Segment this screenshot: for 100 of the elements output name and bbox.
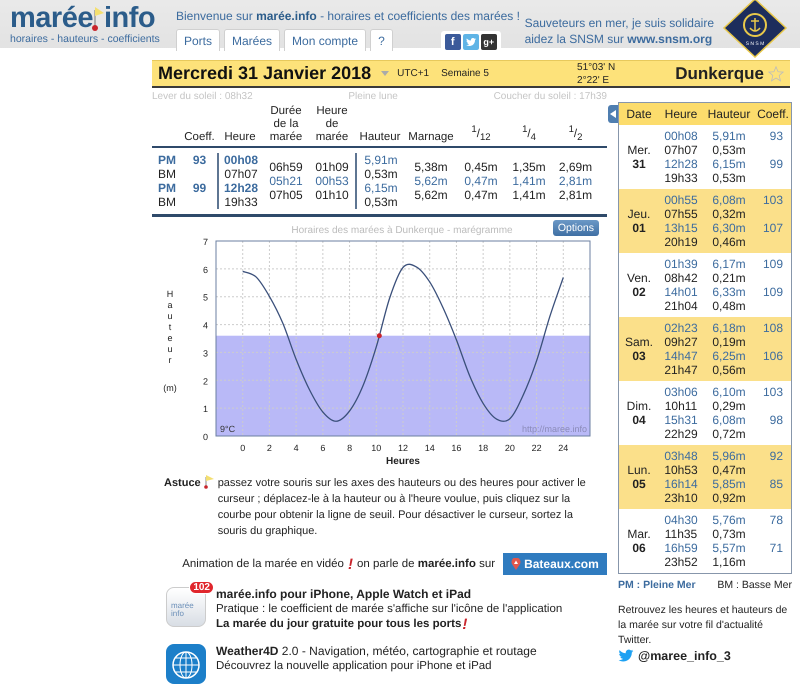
cursor-point[interactable] <box>376 333 382 338</box>
table-cell: 1,35m <box>512 160 546 174</box>
tide-time: 13h15 <box>663 221 699 235</box>
weekday: Mar. <box>627 527 651 541</box>
coefficient: 99 <box>768 157 784 171</box>
coefficient: 99 <box>192 181 206 195</box>
coefficient: 71 <box>768 541 784 555</box>
legend-text: PM : Pleine Mer <box>618 579 696 591</box>
weekday: Sam. <box>624 335 653 349</box>
tide-time: 19h33 <box>224 195 258 209</box>
column-header: Hauteur <box>706 107 752 121</box>
table-cell: 0,47m <box>464 188 498 202</box>
tide-height: 5,91m <box>364 153 398 167</box>
collapse-button[interactable] <box>608 105 618 123</box>
day-number: 06 <box>632 541 646 555</box>
tide-height: 0,53m <box>711 143 747 157</box>
logo-text[interactable]: marée <box>10 4 93 32</box>
caret-icon[interactable] <box>381 71 390 76</box>
tide-height: 0,29m <box>711 399 747 413</box>
tide-time: 07h55 <box>663 207 699 221</box>
tip-label: Astuce <box>164 476 201 491</box>
column-header: Marnage <box>407 131 455 144</box>
nav-tab[interactable]: ? <box>370 29 393 51</box>
axis-tick-label: 16 <box>451 443 462 453</box>
tide-height: 0,92m <box>711 491 747 505</box>
column-header: Date <box>625 107 653 121</box>
table-cell: 2,81m <box>558 174 592 188</box>
axis-tick-label: 6 <box>320 443 326 453</box>
tide-time: 02h23 <box>663 321 699 335</box>
nav-tab[interactable]: Ports <box>176 29 220 51</box>
tide-height: 6,10m <box>711 385 747 399</box>
coefficient: 109 <box>762 285 784 299</box>
tide-height: 0,53m <box>364 195 398 209</box>
table-cell: 2,69m <box>558 160 592 174</box>
longitude-text: 2°22' E <box>577 74 610 86</box>
app-title[interactable]: marée.info pour iPhone, Apple Watch et iPad <box>216 587 562 602</box>
pin-icon <box>511 558 522 570</box>
column-header: Heure de marée <box>314 105 350 144</box>
tide-height: 0,73m <box>711 527 747 541</box>
axis-tick-label: 22 <box>532 443 542 453</box>
google-plus-icon[interactable]: g+ <box>480 34 497 50</box>
tide-height: 1,16m <box>711 555 747 569</box>
table-cell: 1,41m <box>512 174 546 188</box>
tide-height: 5,96m <box>711 449 747 463</box>
star-icon[interactable] <box>768 66 784 82</box>
column-header: Coeff. <box>183 131 216 144</box>
column-header: Heure <box>664 107 698 121</box>
chart-title: Horaires des marées à Dunkerque - marégramme <box>291 225 513 236</box>
table-cell: 07h05 <box>269 188 303 202</box>
credit-text: http://maree.info <box>522 424 587 434</box>
tide-height: 0,53m <box>364 167 398 181</box>
tide-height: 6,15m <box>364 181 398 195</box>
coefficient: 98 <box>768 413 784 427</box>
tide-type: BM <box>158 195 176 209</box>
twitter-icon[interactable] <box>618 649 634 663</box>
latitude-text: 51°03' N <box>577 60 616 74</box>
table-cell: 0,47m <box>464 174 498 188</box>
globe-icon[interactable] <box>166 644 206 684</box>
sunset-text: Coucher du soleil : 17h39 <box>494 91 607 103</box>
tide-time: 01h39 <box>663 257 699 271</box>
unit-label: (m) <box>163 383 177 393</box>
day-number: 05 <box>632 477 646 491</box>
tide-time: 07h07 <box>224 167 258 181</box>
temperature-text: 9°C <box>220 424 236 434</box>
tide-time: 00h08 <box>224 153 258 167</box>
twitter-handle[interactable]: @maree_info_3 <box>638 649 731 663</box>
coefficient: 78 <box>768 513 784 527</box>
tide-height: 0,53m <box>711 171 747 185</box>
tide-time: 22h29 <box>663 427 699 441</box>
app-description: Découvrez la nouvelle application pour iPhone et iPad <box>216 659 493 674</box>
app-title[interactable]: Weather4D 2.0 - Navigation, météo, cartographie et routage <box>216 644 537 659</box>
logo-text[interactable]: info <box>104 4 156 32</box>
axis-tick-label: 2 <box>266 443 272 453</box>
facebook-icon[interactable]: f <box>444 34 461 50</box>
tide-height: 6,33m <box>711 285 747 299</box>
tide-time: 09h27 <box>663 335 699 349</box>
column-header: Durée de la marée <box>268 105 304 144</box>
tide-time: 19h33 <box>663 171 699 185</box>
nav-tab[interactable]: Mon compte <box>284 29 366 51</box>
flag-icon <box>90 6 105 32</box>
tide-height: 5,76m <box>711 513 747 527</box>
tide-time: 14h47 <box>663 349 699 363</box>
tide-time: 03h48 <box>663 449 699 463</box>
options-button[interactable]: Options <box>552 220 599 236</box>
exclamation-mark: ! <box>348 556 353 572</box>
axis-tick-label: 12 <box>398 443 408 453</box>
tide-height: 0,19m <box>711 335 747 349</box>
tide-type: PM <box>158 181 176 195</box>
axis-title: Heures <box>386 456 420 467</box>
tide-time: 16h14 <box>663 477 699 491</box>
table-cell: 5,62m <box>414 174 448 188</box>
partner-link[interactable]: Bateaux.com <box>503 553 607 575</box>
tide-time: 23h10 <box>663 491 699 505</box>
tide-time: 10h53 <box>663 463 699 477</box>
tide-time: 08h42 <box>663 271 699 285</box>
weekday: Dim. <box>626 399 652 413</box>
day-number: 31 <box>632 157 646 171</box>
tide-height: 5,91m <box>711 129 747 143</box>
nav-tab[interactable]: Marées <box>224 29 280 51</box>
twitter-icon[interactable] <box>462 34 479 50</box>
